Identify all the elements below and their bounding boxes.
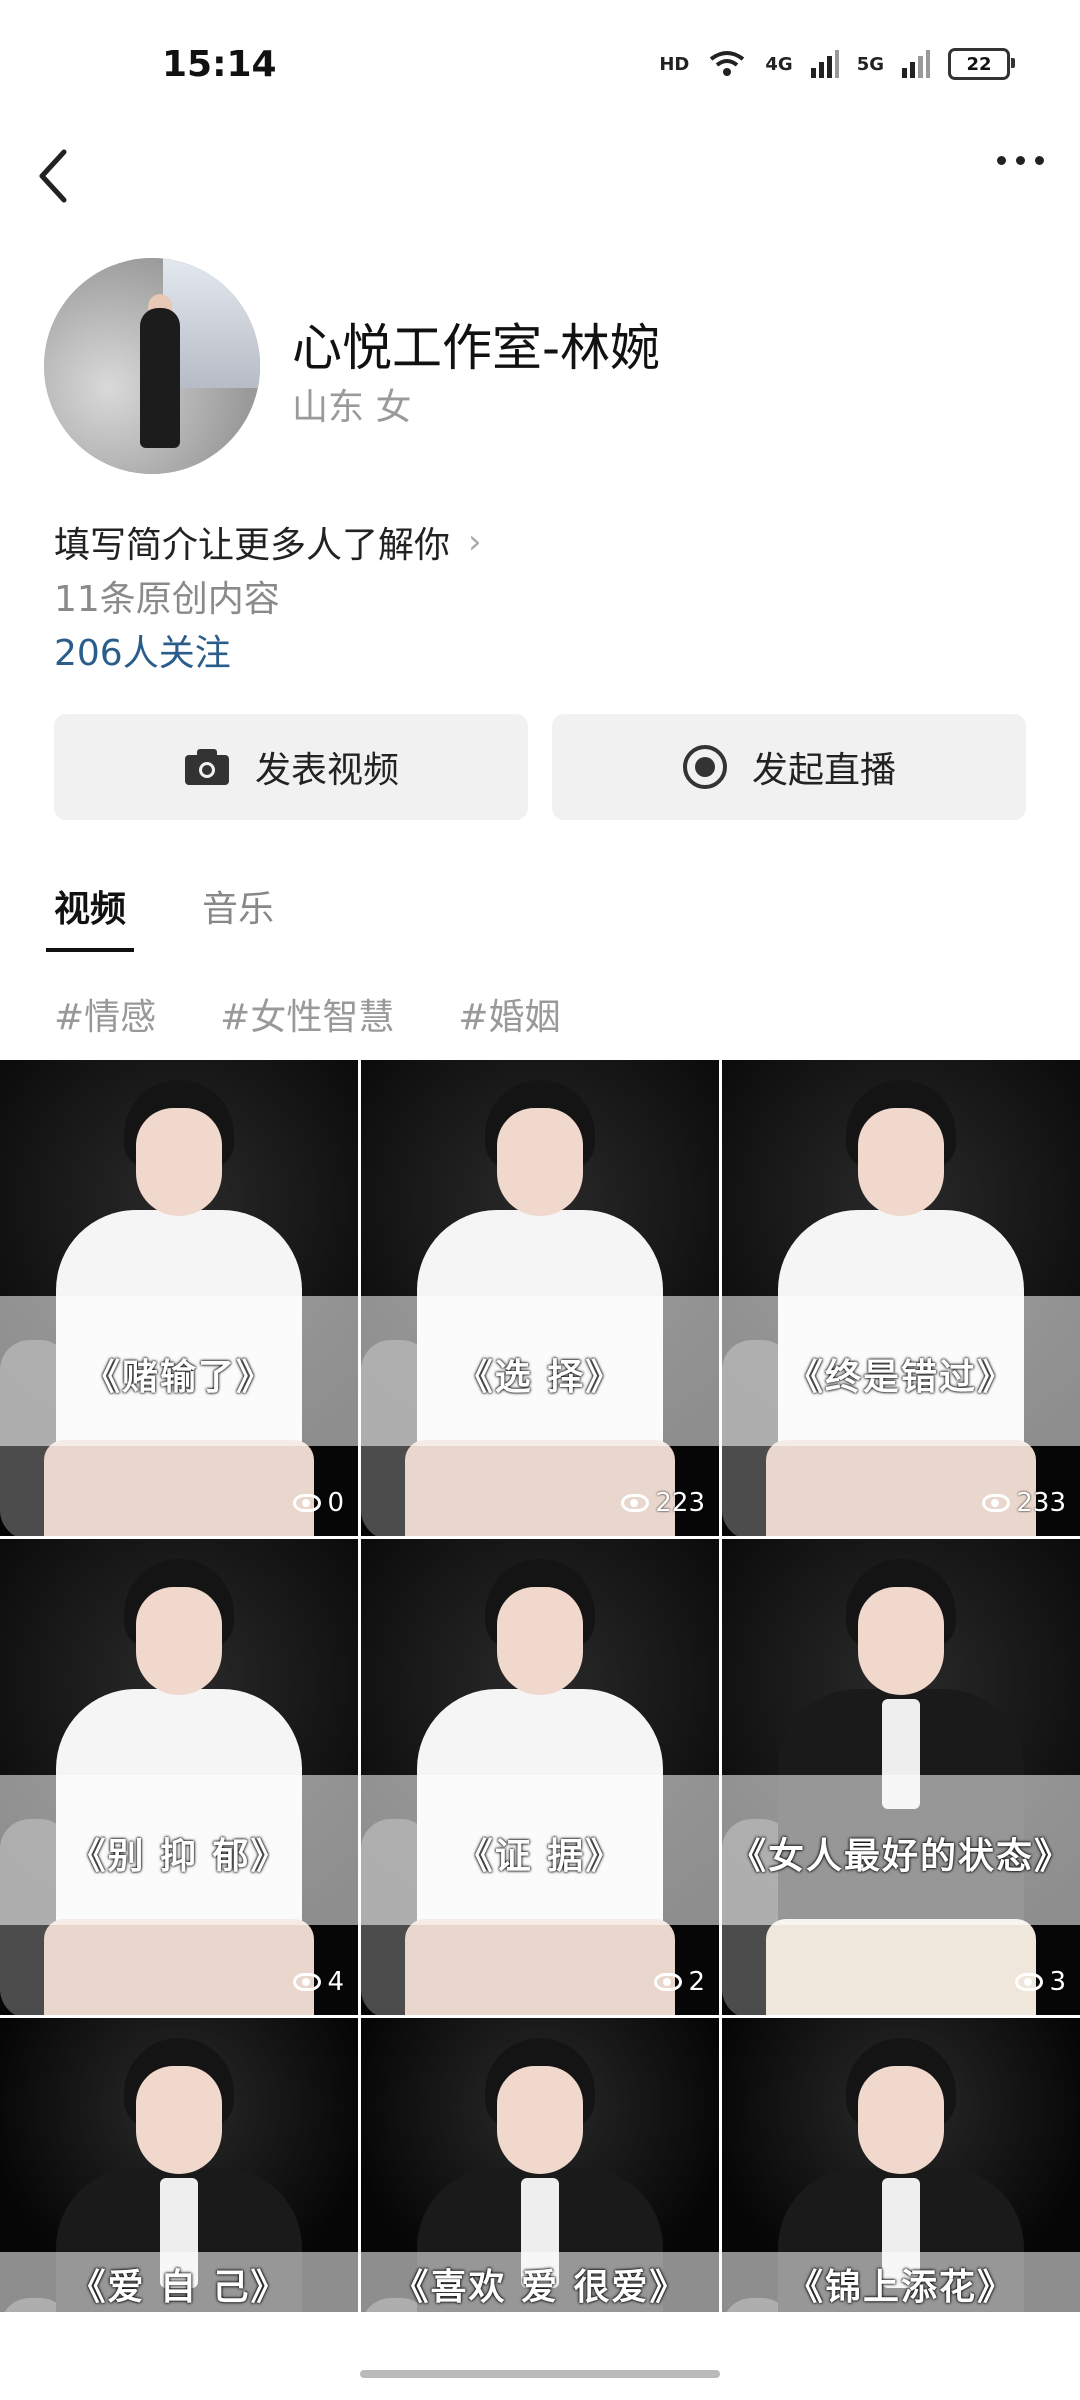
battery-icon: 22 [948,48,1015,80]
thumbnail-face [136,2066,222,2174]
view-count: 223 [621,1488,705,1518]
bio-prompt-label: 填写简介让更多人了解你 [54,525,451,566]
hd-icon: HD [659,53,690,75]
signal-icon [810,50,839,78]
thumbnail-face [497,1587,583,1695]
video-thumbnail[interactable]: 《爱 自 己》 [0,2018,358,2312]
bio-prompt[interactable]: 填写简介让更多人了解你 › [54,516,482,568]
view-count: 4 [293,1967,344,1997]
thumbnail-skirt [405,1919,675,2015]
eye-icon [293,1973,322,1991]
video-thumbnail[interactable]: 《赌输了》 0 [0,1060,358,1536]
video-title: 《女人最好的状态》 [729,1836,1072,1877]
video-title: 《证 据》 [456,1836,624,1877]
video-thumbnail[interactable]: 《证 据》 2 [361,1539,719,2015]
camera-icon [184,749,229,785]
view-count-value: 2 [688,1967,705,1997]
profile-location: 山东 女 [292,387,412,428]
video-title: 《赌输了》 [83,1357,274,1398]
profile-name: 心悦工作室-林婉 [292,319,661,377]
thumbnail-face [497,2066,583,2174]
thumbnail-skirt [44,1440,314,1536]
view-count: 233 [982,1488,1066,1518]
post-video-label: 发表视频 [254,750,399,791]
avatar-person [140,308,180,448]
back-arrow-icon[interactable] [34,146,74,206]
tag-item[interactable]: #婚姻 [458,988,560,1040]
home-indicator [360,2370,720,2378]
video-thumbnail[interactable]: 《喜欢 爱 很爱》 [361,2018,719,2312]
status-time: 15:14 [162,44,277,85]
live-record-icon [682,745,727,789]
topic-tags: #情感 #女性智慧 #婚姻 [54,988,561,1040]
dot [997,156,1006,165]
tab-music[interactable]: 音乐 [202,880,274,952]
status-icons: HD 4G 5G 22 [659,48,1015,80]
network-5g-icon: 5G [856,53,884,75]
tag-item[interactable]: #情感 [54,988,156,1040]
start-live-label: 发起直播 [751,750,896,791]
battery-level: 22 [966,53,992,75]
video-title: 《锦上添花》 [786,2267,1015,2308]
signal-icon-2 [902,50,930,78]
post-video-button[interactable]: 发表视频 [54,714,528,820]
wifi-icon [710,51,745,76]
video-thumbnail[interactable]: 《终是错过》 233 [722,1060,1080,1536]
eye-icon [654,1973,683,1991]
video-title: 《喜欢 爱 很爱》 [392,2267,688,2308]
view-count: 2 [654,1967,705,1997]
eye-icon [293,1494,322,1512]
video-thumbnail[interactable]: 《锦上添花》 [722,2018,1080,2312]
thumbnail-skirt [44,1919,314,2015]
video-title: 《终是错过》 [786,1357,1015,1398]
eye-icon [1015,1973,1044,1991]
tab-video[interactable]: 视频 [45,880,135,952]
video-thumbnail[interactable]: 《选 择》 223 [361,1060,719,1536]
view-count-value: 3 [1049,1967,1066,1997]
video-thumbnail[interactable]: 《女人最好的状态》 3 [722,1539,1080,2015]
video-title: 《别 抑 郁》 [69,1836,289,1877]
original-content-count: 11条原创内容 [54,579,280,620]
thumbnail-face [858,2066,944,2174]
view-count: 3 [1015,1967,1066,1997]
video-grid: 《赌输了》 0 《选 择》 223 《终是错过》 233 《别 抑 郁》 4 《证 据》 2 《女人… [0,1060,1080,2312]
video-thumbnail[interactable]: 《别 抑 郁》 4 [0,1539,358,2015]
thumbnail-face [136,1108,222,1216]
thumbnail-face [858,1587,944,1695]
dot [1016,156,1025,165]
view-count-value: 0 [327,1488,344,1518]
thumbnail-face [858,1108,944,1216]
chevron-right-icon: › [468,522,482,562]
content-tabs: 视频 音乐 [45,880,274,952]
view-count-value: 223 [655,1488,705,1518]
thumbnail-face [136,1587,222,1695]
thumbnail-skirt [766,1919,1036,2015]
view-count: 0 [293,1488,344,1518]
avatar[interactable] [44,258,260,474]
dot [1035,156,1044,165]
view-count-value: 233 [1016,1488,1066,1518]
more-dots-icon[interactable] [997,156,1044,165]
thumbnail-face [497,1108,583,1216]
view-count-value: 4 [327,1967,344,1997]
followers-link[interactable]: 206人关注 [54,624,231,676]
eye-icon [621,1494,650,1512]
eye-icon [982,1494,1011,1512]
video-title: 《选 择》 [456,1357,624,1398]
network-4g-icon: 4G [765,53,793,75]
status-bar: 15:14 HD 4G 5G 22 [0,0,1080,140]
video-title: 《爱 自 己》 [69,2267,289,2308]
tag-item[interactable]: #女性智慧 [220,988,394,1040]
start-live-button[interactable]: 发起直播 [552,714,1026,820]
